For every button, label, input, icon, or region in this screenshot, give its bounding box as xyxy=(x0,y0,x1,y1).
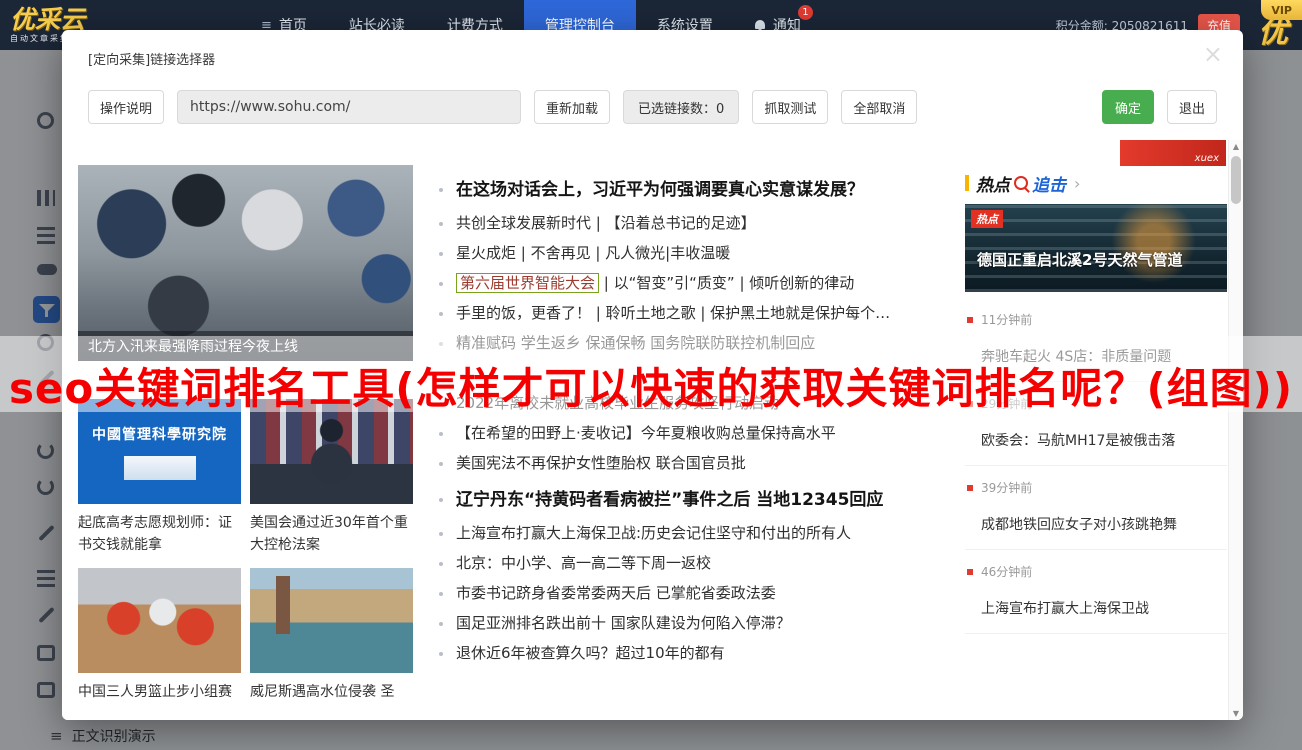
scroll-down-arrow[interactable]: ▼ xyxy=(1229,709,1243,718)
selected-count: 已选链接数：0 xyxy=(623,90,739,124)
scroll-up-arrow[interactable]: ▲ xyxy=(1229,142,1243,151)
news-text: 退休近6年被查算久吗？超过10年的都有 xyxy=(456,644,725,662)
news-text: 共创全球发展新时代 | 【沿着总书记的足迹】 xyxy=(456,214,756,232)
news-text: | 以“智变”引“质变” | 倾听创新的律动 xyxy=(599,274,854,292)
magnifier-icon xyxy=(1014,176,1028,190)
help-button[interactable]: 操作说明 xyxy=(88,90,164,124)
news-text: 【在希望的田野上·麦收记】今年夏粮收购总量保持高水平 xyxy=(456,424,836,442)
url-input[interactable] xyxy=(177,90,521,124)
screen: 优采云 自动文章采集器 ≡首页站长必读计费方式管理控制台系统设置 通知 1 积分… xyxy=(0,0,1302,750)
hot-group-4: 46分钟前上海宣布打赢大上海保卫战 xyxy=(965,550,1227,634)
card-caption: 威尼斯遇高水位侵袭 圣 xyxy=(250,681,413,703)
watermark-text: seo关键词排名工具(怎样才可以快速的获取关键词排名呢？(组图)) xyxy=(9,355,1293,416)
news-text: 辽宁丹东“持黄码者看病被拦”事件之后 当地12345回应 xyxy=(456,490,883,510)
news-item-14[interactable]: 市委书记跻身省委常委两天后 已掌舵省委政法委 xyxy=(430,584,970,603)
scrollbar[interactable]: ▲ ▼ xyxy=(1228,140,1243,720)
news-item-10[interactable]: 美国宪法不再保护女性堕胎权 联合国官员批 xyxy=(430,454,970,473)
yellow-bar-icon xyxy=(965,175,969,191)
hot-time: 46分钟前 xyxy=(967,563,1225,580)
news-card-1[interactable]: 中國管理科學研究院起底高考志愿规划师：证书交钱就能拿 xyxy=(78,399,241,556)
grab-test-button[interactable]: 抓取测试 xyxy=(752,90,828,124)
exit-button[interactable]: 退出 xyxy=(1167,90,1217,124)
news-item-5[interactable]: 手里的饭，更香了！ | 聆听土地之歌 | 保护黑土地就是保护每个… xyxy=(430,304,970,323)
news-text: 在这场对话会上，习近平为何强调要真心实意谋发展？ xyxy=(456,180,864,200)
chevron-right-icon: › xyxy=(1074,174,1080,193)
vip-badge: VIP xyxy=(1261,0,1302,20)
ad-text: xuex xyxy=(1195,153,1219,164)
hot-header[interactable]: 热点 追击 › xyxy=(965,172,1227,194)
selected-link-highlight: 第六届世界智能大会 xyxy=(456,273,599,293)
news-text: 美国宪法不再保护女性堕胎权 联合国官员批 xyxy=(456,454,746,472)
news-item-1[interactable]: 在这场对话会上，习近平为何强调要真心实意谋发展？ xyxy=(430,180,970,201)
news-item-4[interactable]: 第六届世界智能大会 | 以“智变”引“质变” | 倾听创新的律动 xyxy=(430,274,970,293)
toolbar: 操作说明 重新加载 已选链接数：0 抓取测试 全部取消 确定 退出 xyxy=(62,86,1243,140)
card-caption: 起底高考志愿规划师：证书交钱就能拿 xyxy=(78,512,241,556)
news-text: 市委书记跻身省委常委两天后 已掌舵省委政法委 xyxy=(456,584,776,602)
news-text: 星火成炬 | 不舍再见 | 凡人微光|丰收温暖 xyxy=(456,244,730,262)
cancel-all-button[interactable]: 全部取消 xyxy=(841,90,917,124)
news-column: 在这场对话会上，习近平为何强调要真心实意谋发展？ 共创全球发展新时代 | 【沿着总… xyxy=(430,180,970,674)
logo-text: 优采云 xyxy=(10,7,170,32)
hot-tag: 热点 xyxy=(971,210,1003,228)
hot-title-left: 热点 xyxy=(976,171,1010,196)
modal-title: [定向采集]链接选择器 xyxy=(88,49,215,68)
modal-header: [定向采集]链接选择器 × xyxy=(62,30,1243,86)
news-card-3[interactable]: 中国三人男篮止步小组赛 xyxy=(78,568,241,703)
venice-image xyxy=(250,568,413,673)
hot-image[interactable]: 热点 德国正重启北溪2号天然气管道 xyxy=(965,204,1227,292)
hot-link[interactable]: 欧委会：马航MH17是被俄击落 xyxy=(981,430,1225,450)
news-text: 上海宣布打赢大上海保卫战:历史会记住坚守和付出的所有人 xyxy=(456,524,851,542)
card-caption: 中国三人男篮止步小组赛 xyxy=(78,681,241,703)
left-column: 北方入汛来最强降雨过程今夜上线 中國管理科學研究院起底高考志愿规划师：证书交钱就… xyxy=(78,165,413,703)
embedded-page: xuex 北方入汛来最强降雨过程今夜上线 中國管理科學研究院起底高考志愿规划师：… xyxy=(62,140,1243,720)
hot-link[interactable]: 上海宣布打赢大上海保卫战 xyxy=(981,598,1225,618)
ad-banner[interactable]: xuex xyxy=(1120,140,1226,166)
news-item-2[interactable]: 共创全球发展新时代 | 【沿着总书记的足迹】 xyxy=(430,214,970,233)
news-item-15[interactable]: 国足亚洲排名跌出前十 国家队建设为何陷入停滞？ xyxy=(430,614,970,633)
news-text: 北京：中小学、高一高二等下周一返校 xyxy=(456,554,711,572)
news-item-9[interactable]: 【在希望的田野上·麦收记】今年夏粮收购总量保持高水平 xyxy=(430,424,970,443)
news-item-13[interactable]: 北京：中小学、高一高二等下周一返校 xyxy=(430,554,970,573)
hot-title-right: 追击 xyxy=(1032,171,1066,196)
confirm-button[interactable]: 确定 xyxy=(1102,90,1154,124)
card-caption: 美国会通过近30年首个重大控枪法案 xyxy=(250,512,413,556)
hot-group-3: 39分钟前成都地铁回应女子对小孩跳艳舞 xyxy=(965,466,1227,550)
building-graphic xyxy=(124,456,196,480)
news-list: 在这场对话会上，习近平为何强调要真心实意谋发展？ 共创全球发展新时代 | 【沿着总… xyxy=(430,180,970,663)
hero-image[interactable]: 北方入汛来最强降雨过程今夜上线 xyxy=(78,165,413,361)
cams-title-text: 中國管理科學研究院 xyxy=(92,424,227,444)
hot-time: 39分钟前 xyxy=(967,479,1225,496)
news-item-11[interactable]: 辽宁丹东“持黄码者看病被拦”事件之后 当地12345回应 xyxy=(430,490,970,511)
hot-time: 11分钟前 xyxy=(967,311,1225,328)
notification-badge: 1 xyxy=(798,5,813,20)
hot-image-caption: 德国正重启北溪2号天然气管道 xyxy=(977,249,1219,270)
basketball-image xyxy=(78,568,241,673)
news-card-2[interactable]: 美国会通过近30年首个重大控枪法案 xyxy=(250,399,413,556)
scroll-thumb[interactable] xyxy=(1231,156,1241,204)
news-item-3[interactable]: 星火成炬 | 不舍再见 | 凡人微光|丰收温暖 xyxy=(430,244,970,263)
news-card-4[interactable]: 威尼斯遇高水位侵袭 圣 xyxy=(250,568,413,703)
hot-link[interactable]: 成都地铁回应女子对小孩跳艳舞 xyxy=(981,514,1225,534)
news-text: 手里的饭，更香了！ | 聆听土地之歌 | 保护黑土地就是保护每个… xyxy=(456,304,890,322)
reload-button[interactable]: 重新加载 xyxy=(534,90,610,124)
card-grid: 中國管理科學研究院起底高考志愿规划师：证书交钱就能拿美国会通过近30年首个重大控… xyxy=(78,399,413,703)
news-item-12[interactable]: 上海宣布打赢大上海保卫战:历史会记住坚守和付出的所有人 xyxy=(430,524,970,543)
news-item-16[interactable]: 退休近6年被查算久吗？超过10年的都有 xyxy=(430,644,970,663)
news-text: 国足亚洲排名跌出前十 国家队建设为何陷入停滞？ xyxy=(456,614,791,632)
close-icon[interactable]: × xyxy=(1203,42,1223,66)
